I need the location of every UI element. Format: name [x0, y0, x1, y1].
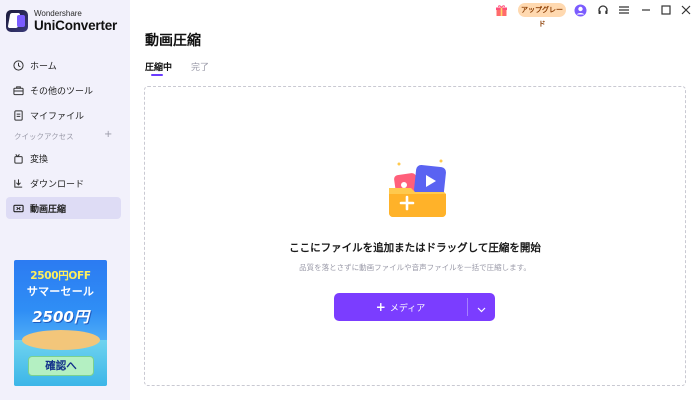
compress-icon: [13, 203, 24, 214]
sidebar-item-home[interactable]: ホーム: [6, 54, 121, 76]
avatar-icon[interactable]: [573, 3, 587, 17]
banner-sale: サマーセール: [26, 285, 95, 298]
brand[interactable]: Wondershare UniConverter: [6, 10, 117, 33]
sidebar-item-compress[interactable]: 動画圧縮: [6, 197, 121, 219]
banner-confirm-button[interactable]: 確認へ: [28, 356, 94, 376]
tab-compressing[interactable]: 圧縮中: [145, 60, 172, 73]
drop-title: ここにファイルを追加またはドラッグして圧縮を開始: [289, 242, 541, 254]
sidebar: Wondershare UniConverter ホーム その他のツール マイフ…: [0, 0, 130, 400]
sidebar-item-convert[interactable]: 変換: [6, 147, 121, 169]
banner-island-decoration: [22, 330, 100, 350]
title-bar: アップグレード: [130, 0, 700, 28]
maximize-icon[interactable]: [659, 3, 673, 17]
sidebar-item-download[interactable]: ダウンロード: [6, 172, 121, 194]
minimize-icon[interactable]: [639, 3, 653, 17]
gift-icon[interactable]: [494, 3, 508, 17]
drop-zone[interactable]: [144, 86, 686, 386]
add-media-button[interactable]: + メディア: [334, 293, 467, 321]
close-icon[interactable]: [679, 3, 693, 17]
drop-subtitle: 品質を落とさずに動画ファイルや音声ファイルを一括で圧縮します。: [299, 263, 531, 272]
add-media-dropdown[interactable]: [468, 293, 495, 321]
promo-banner[interactable]: 2500円OFF サマーセール 2500円 確認へ: [14, 260, 107, 386]
add-media-folder-icon: [385, 158, 451, 220]
menu-icon[interactable]: [617, 3, 631, 17]
plus-icon: +: [375, 300, 386, 314]
page-title: 動画圧縮: [145, 33, 201, 49]
convert-icon: [13, 153, 24, 164]
headset-icon[interactable]: [596, 3, 610, 17]
chevron-down-icon: [477, 298, 486, 317]
banner-discount: 2500円OFF: [30, 270, 91, 282]
add-media-split-button: + メディア: [334, 293, 495, 321]
toolbox-icon: [13, 85, 24, 96]
upgrade-button[interactable]: アップグレード: [518, 3, 566, 28]
quick-access-add-button[interactable]: +: [104, 129, 112, 140]
sidebar-item-label: 動画圧縮: [30, 204, 67, 215]
sidebar-item-label: ダウンロード: [30, 179, 85, 190]
download-icon: [13, 178, 24, 189]
sidebar-item-label: ホーム: [30, 61, 57, 72]
sidebar-item-label: マイファイル: [30, 111, 85, 122]
banner-price: 2500円: [32, 308, 89, 326]
sidebar-item-my-files[interactable]: マイファイル: [6, 104, 121, 126]
sidebar-item-other-tools[interactable]: その他のツール: [6, 79, 121, 101]
active-tab-indicator: [151, 74, 163, 76]
brand-name: UniConverter: [34, 18, 118, 33]
sidebar-item-label: 変換: [30, 154, 49, 165]
uniconverter-logo-icon: [6, 10, 28, 33]
home-icon: [13, 59, 24, 71]
file-icon: [13, 109, 24, 121]
add-media-label: メディア: [389, 303, 426, 314]
quick-access-label: クイックアクセス: [14, 132, 74, 141]
sidebar-item-label: その他のツール: [30, 86, 94, 97]
brand-sub: Wondershare: [34, 9, 82, 18]
tab-completed[interactable]: 完了: [191, 60, 209, 73]
